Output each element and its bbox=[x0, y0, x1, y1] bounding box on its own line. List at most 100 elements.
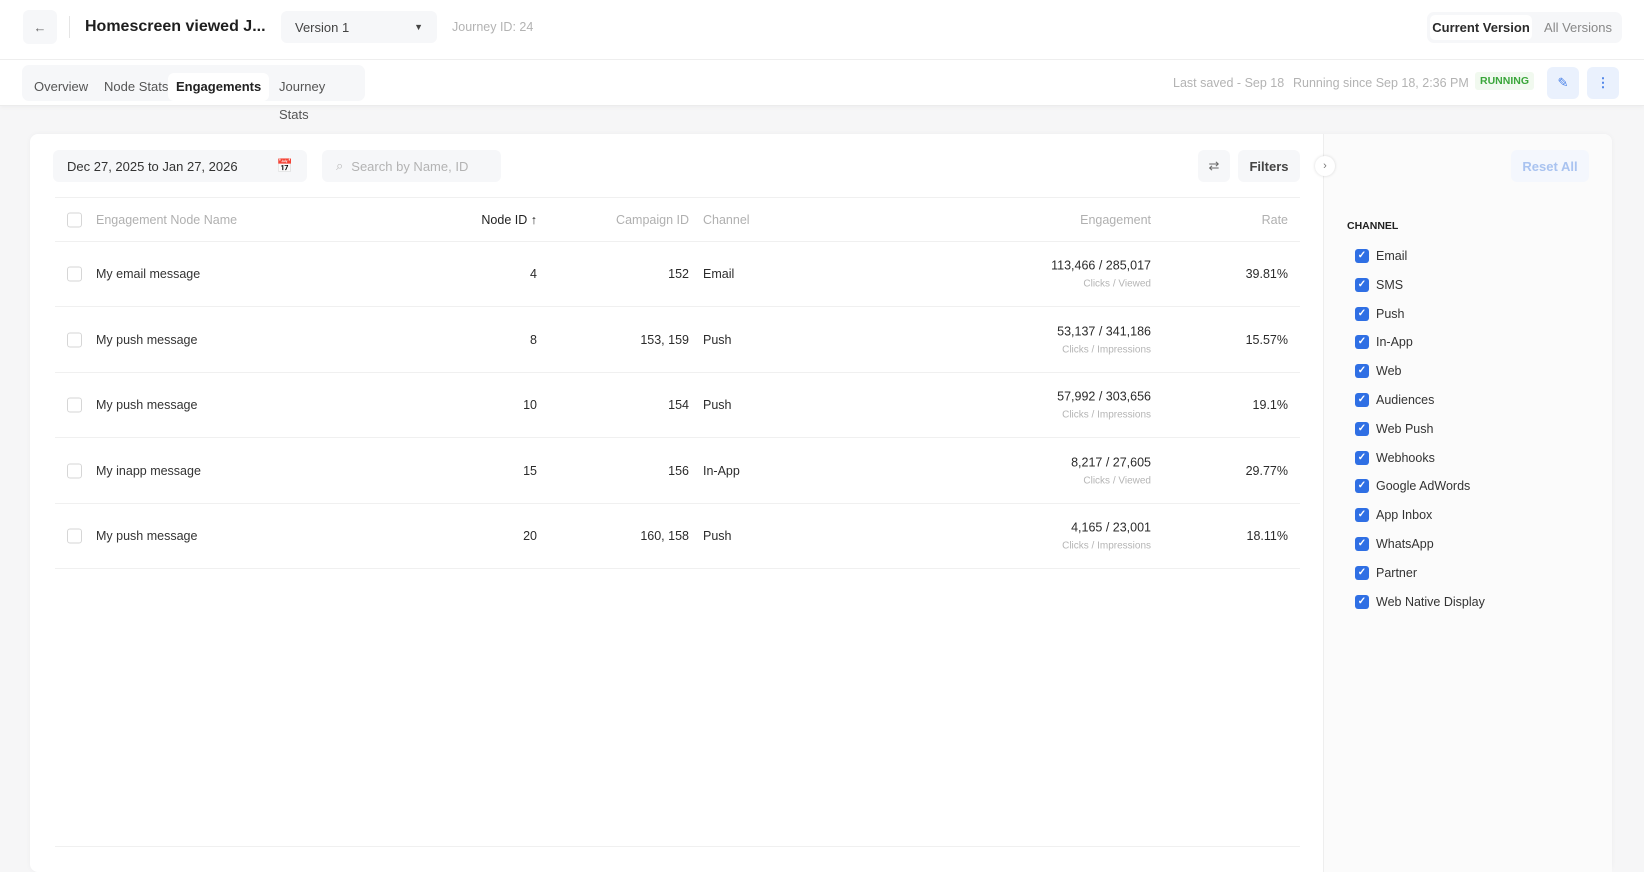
tab-node-stats[interactable]: Node Stats bbox=[96, 73, 176, 101]
checkbox-checked-icon[interactable]: ✓ bbox=[1355, 335, 1369, 350]
col-rate[interactable]: Rate bbox=[1262, 213, 1288, 227]
row-checkbox[interactable] bbox=[67, 332, 82, 347]
row-checkbox[interactable] bbox=[67, 463, 82, 478]
channel-filter-label: Webhooks bbox=[1376, 450, 1435, 465]
tabs: Overview Node Stats Engagements Journey … bbox=[22, 65, 365, 122]
channel-filter-label: Partner bbox=[1376, 565, 1417, 580]
current-version-tab[interactable]: Current Version bbox=[1430, 15, 1532, 40]
search-input[interactable]: ⌕ Search by Name, ID bbox=[322, 150, 501, 182]
campaign-id: 156 bbox=[668, 463, 689, 478]
channel: Push bbox=[703, 529, 732, 543]
filters-button[interactable]: Filters bbox=[1238, 150, 1300, 182]
channel: In-App bbox=[703, 463, 740, 478]
checkbox-checked-icon[interactable]: ✓ bbox=[1355, 594, 1369, 609]
channel-filter-item[interactable]: ✓ Webhooks bbox=[1355, 450, 1435, 465]
row-checkbox[interactable] bbox=[67, 528, 82, 544]
col-engagement[interactable]: Engagement bbox=[1080, 213, 1151, 227]
select-all-checkbox[interactable] bbox=[67, 212, 82, 227]
reset-all-button[interactable]: Reset All bbox=[1511, 150, 1589, 182]
col-channel[interactable]: Channel bbox=[703, 213, 750, 227]
tab-bar: Overview Node Stats Engagements Journey … bbox=[0, 60, 1644, 122]
search-icon: ⌕ bbox=[336, 158, 344, 173]
col-campaign-id[interactable]: Campaign ID bbox=[616, 213, 689, 227]
collapse-panel-button[interactable]: › bbox=[1315, 156, 1335, 176]
col-name[interactable]: Engagement Node Name bbox=[96, 213, 237, 227]
table-header: Engagement Node Name Node ID ↑ Campaign … bbox=[55, 198, 1300, 242]
checkbox-checked-icon[interactable]: ✓ bbox=[1355, 537, 1369, 551]
engagement: 8,217 / 27,605 Clicks / Viewed bbox=[1071, 455, 1151, 486]
channel-filter-item[interactable]: ✓ WhatsApp bbox=[1355, 537, 1434, 551]
checkbox-checked-icon[interactable]: ✓ bbox=[1355, 479, 1369, 494]
node-id: 4 bbox=[530, 267, 537, 281]
checkbox-checked-icon[interactable]: ✓ bbox=[1355, 450, 1369, 465]
channel-filter-item[interactable]: ✓ Web Native Display bbox=[1355, 594, 1485, 609]
campaign-id: 154 bbox=[668, 398, 689, 412]
channel-filter-item[interactable]: ✓ Partner bbox=[1355, 565, 1417, 580]
row-checkbox[interactable] bbox=[67, 397, 82, 413]
edit-button[interactable]: ✎ bbox=[1547, 67, 1579, 99]
checkbox-checked-icon[interactable]: ✓ bbox=[1355, 565, 1369, 580]
channel-filter-label: App Inbox bbox=[1376, 508, 1433, 523]
table-row[interactable]: My email message 4 152 Email 113,466 / 2… bbox=[55, 242, 1300, 307]
channel-filter-label: Web Push bbox=[1376, 421, 1434, 436]
arrow-left-icon: ← bbox=[33, 19, 47, 35]
engagement-label: Clicks / Impressions bbox=[1062, 344, 1151, 355]
filter-section-title: CHANNEL bbox=[1347, 220, 1399, 232]
table-row[interactable]: My push message 10 154 Push 57,992 / 303… bbox=[55, 373, 1300, 438]
tab-overview[interactable]: Overview bbox=[26, 73, 96, 101]
engagement: 4,165 / 23,001 Clicks / Impressions bbox=[1062, 521, 1151, 552]
checkbox-checked-icon[interactable]: ✓ bbox=[1355, 421, 1369, 436]
table-row[interactable]: My push message 20 160, 158 Push 4,165 /… bbox=[55, 504, 1300, 569]
divider bbox=[69, 16, 70, 38]
checkbox-checked-icon[interactable]: ✓ bbox=[1355, 306, 1369, 321]
divider bbox=[55, 846, 1300, 847]
channel-filter-label: Web bbox=[1376, 364, 1402, 379]
sync-icon: ⇄ bbox=[1208, 158, 1220, 173]
checkbox-checked-icon[interactable]: ✓ bbox=[1355, 364, 1369, 379]
tab-engagements[interactable]: Engagements bbox=[168, 73, 270, 101]
checkbox-checked-icon[interactable]: ✓ bbox=[1355, 277, 1369, 292]
channel-filter-label: SMS bbox=[1376, 277, 1404, 292]
all-versions-tab[interactable]: All Versions bbox=[1537, 15, 1619, 40]
channel-filter-label: Push bbox=[1376, 306, 1405, 321]
running-since: Running since Sep 18, 2:36 PM bbox=[1293, 76, 1469, 90]
node-name: My push message bbox=[96, 332, 198, 347]
checkbox-checked-icon[interactable]: ✓ bbox=[1355, 393, 1369, 407]
caret-down-icon: ▼ bbox=[414, 22, 423, 32]
engagement-value: 57,992 / 303,656 bbox=[1057, 389, 1151, 404]
date-range-picker[interactable]: Dec 27, 2025 to Jan 27, 2026 📅 bbox=[53, 150, 307, 182]
engagement-value: 53,137 / 341,186 bbox=[1057, 324, 1151, 338]
rate: 18.11% bbox=[1246, 529, 1288, 543]
checkbox-checked-icon[interactable]: ✓ bbox=[1355, 249, 1369, 263]
channel-filter-item[interactable]: ✓ In-App bbox=[1355, 335, 1413, 350]
journey-id: Journey ID: 24 bbox=[452, 20, 534, 34]
channel-filter-item[interactable]: ✓ Web bbox=[1355, 364, 1402, 379]
tab-journey-stats[interactable]: Journey Stats bbox=[271, 73, 365, 122]
channel-filter-item[interactable]: ✓ Push bbox=[1355, 306, 1405, 321]
channel-filter-label: WhatsApp bbox=[1376, 537, 1434, 551]
col-node-id[interactable]: Node ID ↑ bbox=[481, 213, 537, 227]
channel-filter-item[interactable]: ✓ App Inbox bbox=[1355, 508, 1433, 523]
rate: 39.81% bbox=[1245, 267, 1288, 281]
channel-filter-item[interactable]: ✓ Email bbox=[1355, 249, 1407, 263]
row-checkbox[interactable] bbox=[67, 266, 82, 282]
channel-filter-item[interactable]: ✓ Web Push bbox=[1355, 421, 1434, 436]
pencil-icon: ✎ bbox=[1557, 75, 1569, 90]
table-row[interactable]: My push message 8 153, 159 Push 53,137 /… bbox=[55, 308, 1300, 373]
engagement: 57,992 / 303,656 Clicks / Impressions bbox=[1057, 390, 1151, 421]
campaign-id: 152 bbox=[668, 267, 689, 281]
channel-filter-label: Audiences bbox=[1376, 393, 1435, 407]
more-button[interactable]: ⋮ bbox=[1587, 67, 1619, 99]
page-title: Homescreen viewed J... bbox=[85, 18, 266, 35]
back-button[interactable]: ← bbox=[23, 10, 57, 44]
version-dropdown[interactable]: Version 1 ▼ bbox=[281, 11, 437, 43]
table-row[interactable]: My inapp message 15 156 In-App 8,217 / 2… bbox=[55, 439, 1300, 504]
node-name: My email message bbox=[96, 267, 201, 281]
channel-filter-item[interactable]: ✓ Google AdWords bbox=[1355, 479, 1470, 494]
node-name: My inapp message bbox=[96, 463, 201, 478]
checkbox-checked-icon[interactable]: ✓ bbox=[1355, 508, 1369, 523]
sync-button[interactable]: ⇄ bbox=[1198, 150, 1230, 182]
channel-filter-item[interactable]: ✓ Audiences bbox=[1355, 393, 1434, 407]
node-id: 10 bbox=[523, 398, 537, 412]
channel-filter-item[interactable]: ✓ SMS bbox=[1355, 277, 1404, 292]
